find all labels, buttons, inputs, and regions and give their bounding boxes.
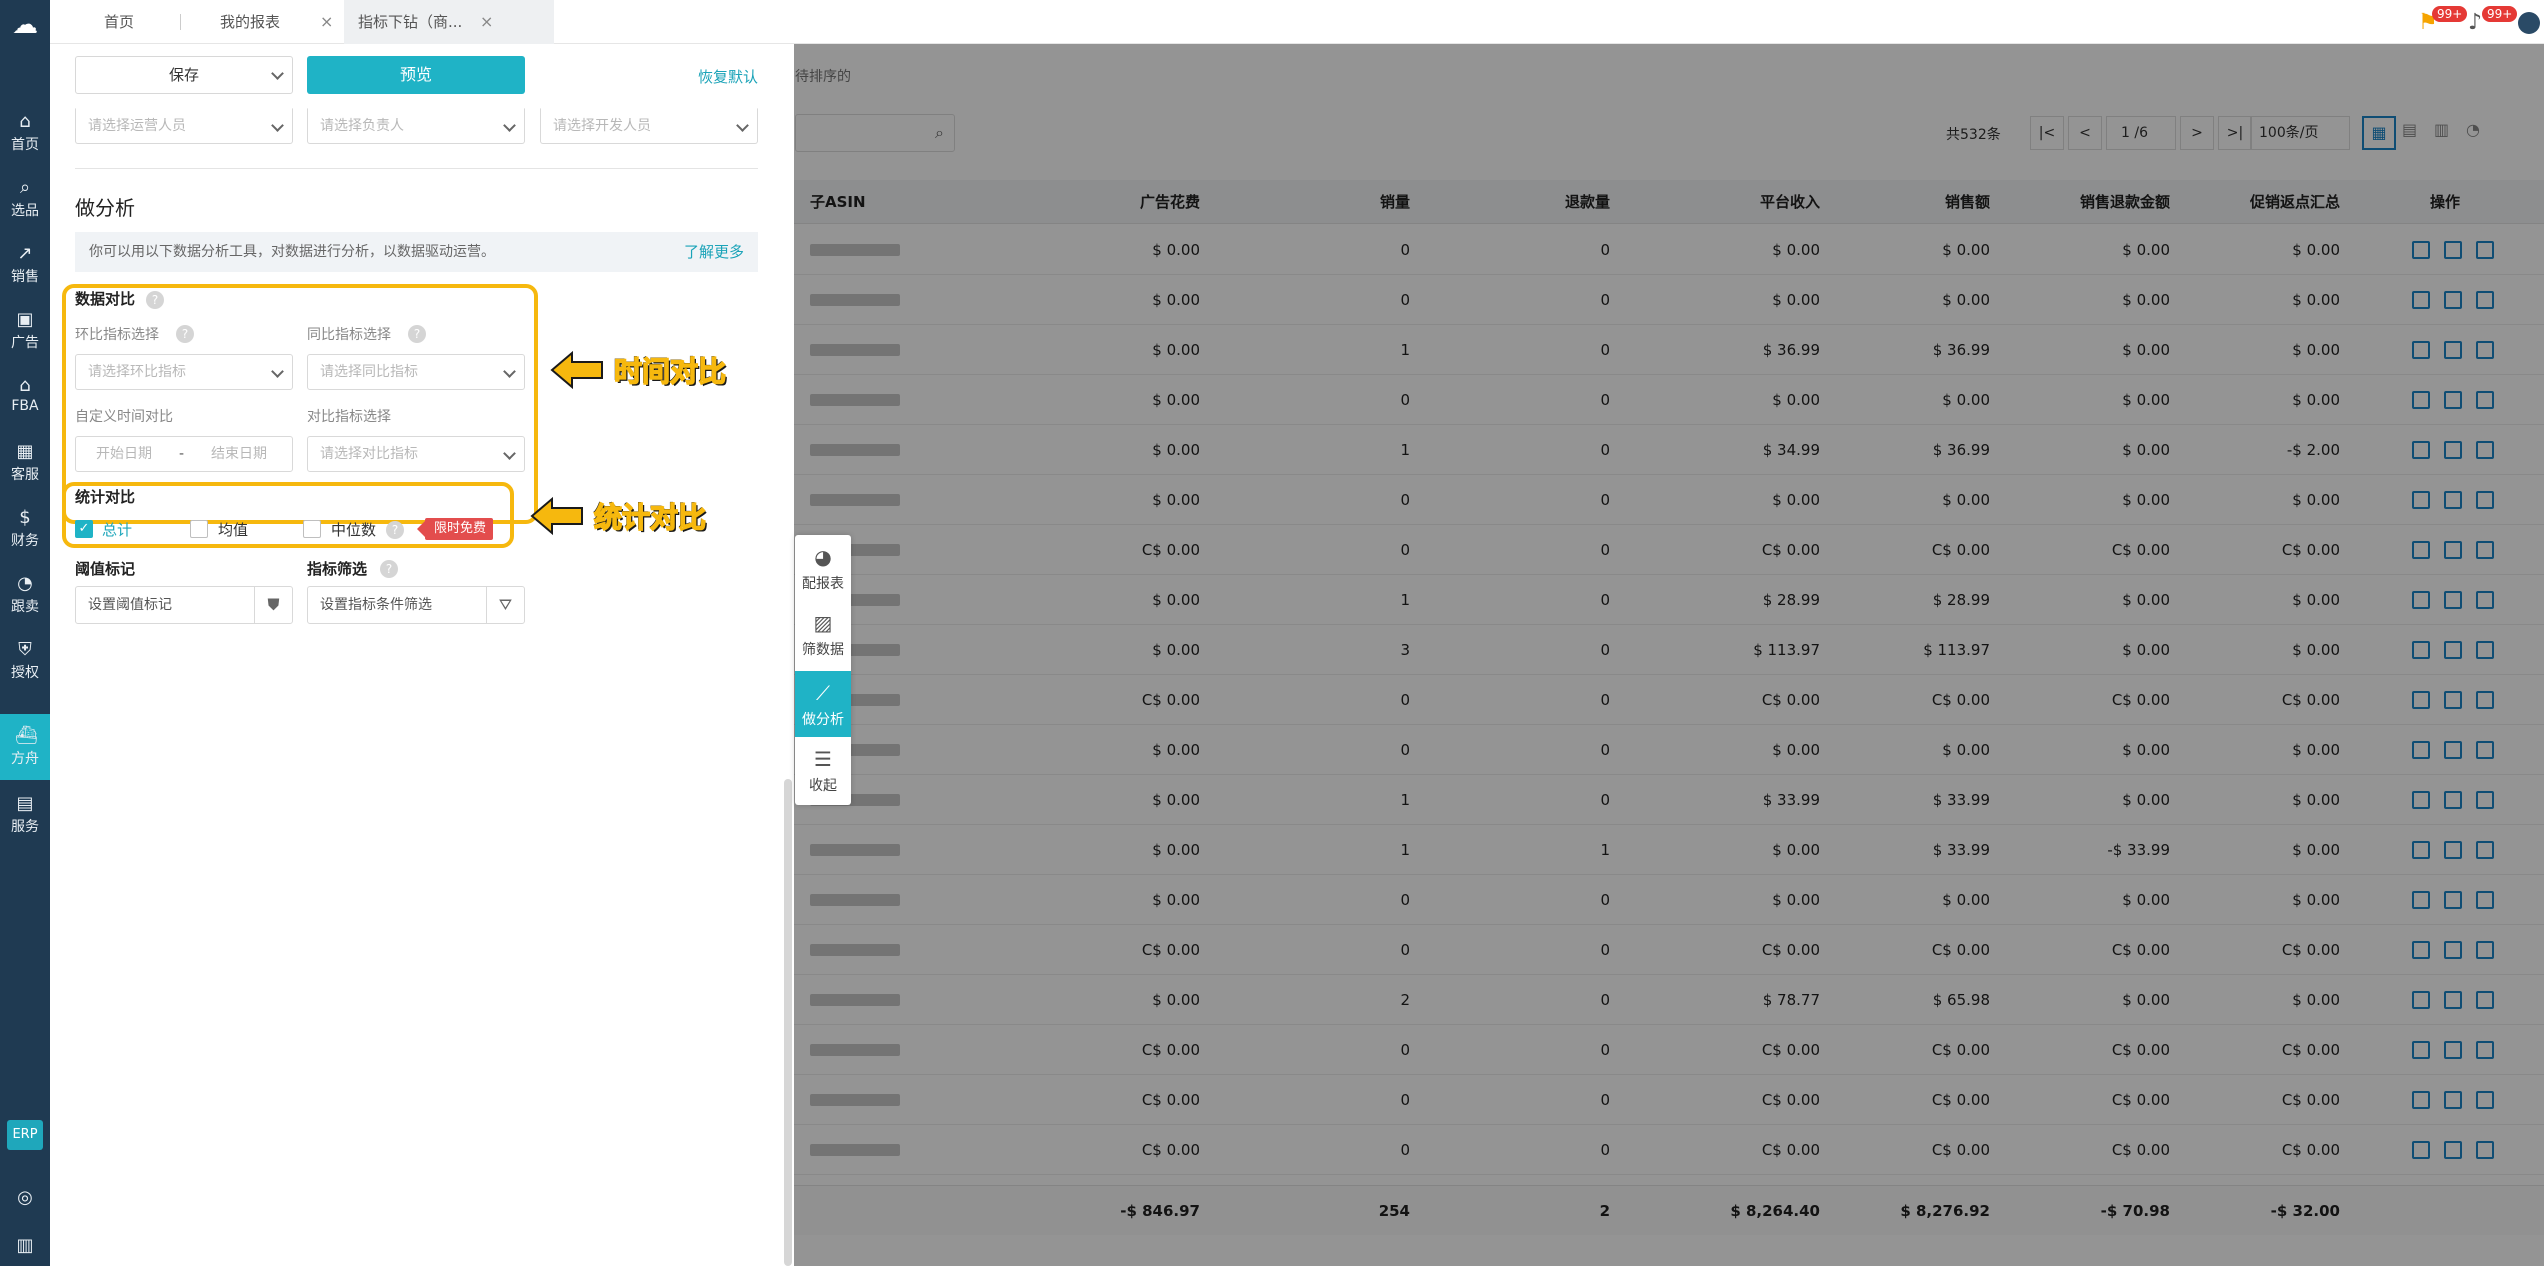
- rail-item-ark[interactable]: ⛴ 方舟: [0, 714, 50, 780]
- developer-select[interactable]: 请选择开发人员: [540, 108, 758, 144]
- dollar-icon: $: [19, 507, 31, 528]
- rail-item-sales[interactable]: ↗ 销售: [0, 232, 50, 290]
- rail-item-services[interactable]: ▤ 服务: [0, 782, 50, 840]
- analysis-tip: 你可以用以下数据分析工具，对数据进行分析，以数据驱动运营。 了解更多: [75, 232, 758, 272]
- threshold-label: 阈值标记: [75, 560, 136, 578]
- rail-item-fba[interactable]: ⌂ FBA: [0, 364, 50, 422]
- owner-select[interactable]: 请选择负责人: [307, 108, 525, 144]
- threshold-input[interactable]: 设置阈值标记 ⛊: [75, 586, 293, 624]
- close-icon[interactable]: ×: [480, 0, 493, 44]
- help-icon[interactable]: ?: [380, 560, 398, 578]
- analysis-panel: 保存 预览 恢复默认 请选择运营人员 请选择负责人 请选择开发人员 做分析 你可…: [50, 44, 794, 1266]
- warehouse-icon: ⌂: [19, 375, 31, 396]
- do-analysis-button[interactable]: ⟋ 做分析: [795, 671, 851, 737]
- trend-icon: ↗: [17, 243, 33, 264]
- metric-filter-input[interactable]: 设置指标条件筛选 ⛛: [307, 586, 525, 624]
- list-icon: ☰: [814, 747, 832, 771]
- image-chart-icon: ▨: [813, 611, 833, 635]
- ark-icon: ⛴: [15, 725, 38, 746]
- rail-item-selection[interactable]: ⌕ 选品: [0, 166, 50, 224]
- pie-icon: ◔: [17, 573, 33, 594]
- learn-more-link[interactable]: 了解更多: [684, 232, 744, 272]
- section-divider: [75, 168, 758, 169]
- filter-label: 指标筛选: [307, 560, 368, 578]
- gift-icon[interactable]: ▥: [13, 1234, 37, 1258]
- chevron-down-icon: [271, 67, 284, 80]
- stats-compare-annotation: 统计对比: [593, 500, 707, 535]
- stats-compare-highlight: [62, 482, 514, 548]
- filter-data-button[interactable]: ▨ 筛数据: [795, 601, 851, 667]
- preview-button[interactable]: 预览: [307, 56, 525, 94]
- floating-toolbar: ◕ 配报表 ▨ 筛数据 ⟋ 做分析 ☰ 收起: [795, 535, 851, 805]
- flag-badge: 99+: [2432, 6, 2468, 22]
- support-icon[interactable]: ◎: [13, 1186, 37, 1210]
- chevron-down-icon: [736, 119, 749, 132]
- rail-item-finance[interactable]: $ 财务: [0, 496, 50, 554]
- tab-metric-drilldown[interactable]: 指标下钻（商...: [344, 0, 554, 44]
- pie-icon: ◕: [814, 545, 832, 569]
- time-compare-annotation: 时间对比: [613, 354, 727, 389]
- rail-item-auth[interactable]: ⛨ 授权: [0, 628, 50, 686]
- rail-item-home[interactable]: ⌂ 首页: [0, 100, 50, 158]
- avatar[interactable]: [2518, 12, 2540, 34]
- threshold-picker-icon[interactable]: ⛊: [254, 587, 292, 623]
- rail-item-service[interactable]: ▦ 客服: [0, 430, 50, 488]
- shield-icon: ⛨: [18, 639, 32, 660]
- filter-icon[interactable]: ⛛: [486, 587, 524, 623]
- chevron-down-icon: [503, 119, 516, 132]
- top-right-icons: ⚑ 99+ ♪ 99+: [2418, 6, 2540, 38]
- left-nav-rail: ☁ ⌂ 首页 ⌕ 选品 ↗ 销售 ▣ 广告 ⌂ FBA ▦ 客服 $ 财务 ◔ 跟卖 ⛨ 授权 ⛴…: [0, 0, 50, 1266]
- bell-icon[interactable]: ♪: [2468, 10, 2482, 35]
- arrow-left-icon: [550, 350, 603, 390]
- search-icon: ⌕: [19, 177, 31, 198]
- save-button[interactable]: 保存: [75, 56, 293, 94]
- arrow-left-icon: [530, 496, 583, 536]
- chevron-down-icon: [271, 119, 284, 132]
- bell-badge: 99+: [2482, 6, 2518, 22]
- analysis-section-title: 做分析: [75, 196, 135, 220]
- operators-select[interactable]: 请选择运营人员: [75, 108, 293, 144]
- close-icon[interactable]: ×: [320, 0, 333, 44]
- config-report-button[interactable]: ◕ 配报表: [795, 535, 851, 601]
- chart-icon: ▦: [16, 441, 34, 462]
- rail-item-ads[interactable]: ▣ 广告: [0, 298, 50, 356]
- app-logo-icon[interactable]: ☁: [10, 10, 40, 40]
- tab-divider: [180, 14, 181, 30]
- ad-icon: ▣: [16, 309, 34, 330]
- reset-default-link[interactable]: 恢复默认: [698, 66, 758, 87]
- panel-scrollbar[interactable]: [784, 779, 792, 1266]
- home-icon: ⌂: [19, 111, 31, 132]
- collapse-button[interactable]: ☰ 收起: [795, 737, 851, 803]
- briefcase-icon: ▤: [16, 793, 34, 814]
- analysis-icon: ⟋: [816, 681, 830, 705]
- tab-home[interactable]: 首页: [104, 0, 134, 44]
- erp-button[interactable]: ERP: [7, 1120, 43, 1150]
- tab-bar: 首页 我的报表 × 指标下钻（商... × ⚑ 99+ ♪ 99+: [50, 0, 2544, 44]
- tab-my-reports[interactable]: 我的报表: [220, 0, 280, 44]
- rail-item-follow[interactable]: ◔ 跟卖: [0, 562, 50, 620]
